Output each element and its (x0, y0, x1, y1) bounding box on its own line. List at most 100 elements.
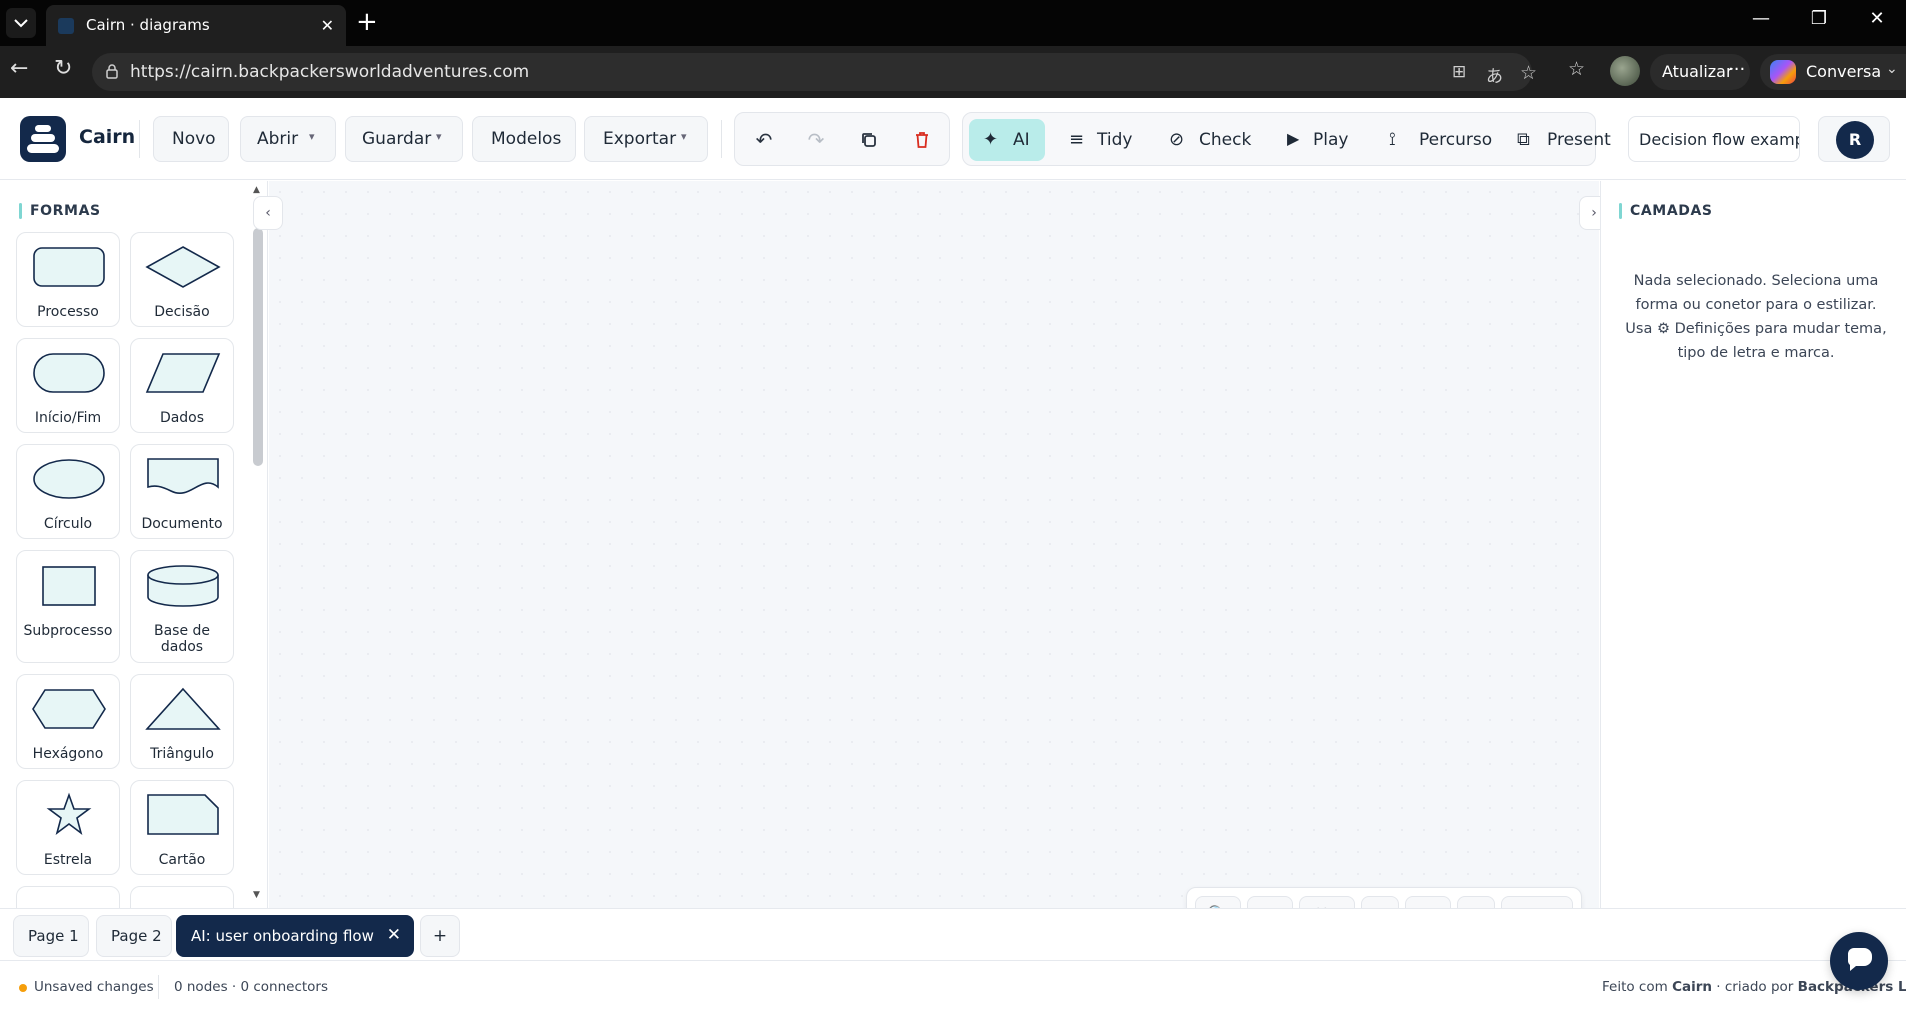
collapse-left-panel-chevron-icon[interactable]: ‹ (253, 196, 283, 230)
shape-card-terminator[interactable]: Início/Fim (16, 338, 120, 433)
translate-icon[interactable]: あ (1486, 62, 1503, 87)
shape-card-decision[interactable]: Decisão (130, 232, 234, 327)
url-text: https://cairn.backpackersworldadventures… (130, 62, 530, 82)
status-bar: Unsaved changes 0 nodes · 0 connectors F… (0, 960, 1906, 1013)
tidy-button[interactable]: ≡ Tidy (1055, 119, 1147, 161)
favorites-list-icon[interactable]: ☆ (1568, 58, 1585, 80)
shape-label: Hexágono (32, 746, 104, 762)
page-tab-2[interactable]: Page 2 (96, 915, 172, 957)
shape-card-database[interactable]: Base de dados (130, 550, 234, 663)
status-divider (158, 975, 159, 999)
shape-label: Início/Fim (34, 410, 102, 426)
shape-card-card[interactable]: Cartão (130, 780, 234, 875)
chat-button[interactable] (1830, 932, 1888, 990)
page-tabs-bar: Page 1 Page 2 AI: user onboarding flow w… (0, 908, 1906, 960)
shape-card-document[interactable]: Documento (130, 444, 234, 539)
route-icon: ⟟ (1389, 129, 1396, 150)
reload-icon[interactable]: ↻ (54, 56, 72, 81)
scroll-down-icon[interactable]: ▼ (253, 890, 260, 900)
data-shape-icon (145, 353, 221, 393)
close-page-icon[interactable]: ✕ (387, 925, 401, 945)
profile-avatar[interactable] (1610, 56, 1640, 86)
toolbar-divider (721, 120, 722, 158)
play-label: Play (1313, 130, 1349, 150)
save-button[interactable]: Guardar ▾ (345, 116, 463, 162)
add-page-button[interactable]: + (420, 915, 460, 957)
page-tab-active[interactable]: AI: user onboarding flow w ✕ (176, 915, 414, 957)
shape-card-process[interactable]: Processo (16, 232, 120, 327)
app-toolbar: Cairn Novo Abrir ▾ Guardar ▾ Modelos Exp… (0, 98, 1906, 180)
user-avatar: R (1836, 121, 1874, 159)
credit-app: Cairn (1672, 979, 1712, 995)
export-label: Exportar (603, 129, 677, 149)
present-label: Present (1547, 130, 1611, 150)
shape-card-hexagon[interactable]: Hexágono (16, 674, 120, 769)
shape-label: Dados (159, 410, 205, 426)
unsaved-status: Unsaved changes (34, 979, 154, 995)
new-tab-plus-icon[interactable]: + (356, 9, 378, 35)
shape-card-star[interactable]: Estrela (16, 780, 120, 875)
restore-window-icon[interactable]: ❐ (1804, 8, 1834, 29)
node-connector-count: 0 nodes · 0 connectors (174, 979, 329, 995)
minimize-window-icon[interactable]: — (1746, 8, 1776, 29)
shape-label: Triângulo (150, 746, 214, 762)
back-arrow-icon[interactable]: ← (10, 56, 28, 81)
delete-trash-icon[interactable] (905, 123, 939, 157)
page-tab-label: AI: user onboarding flow w (191, 927, 379, 945)
diagram-canvas[interactable] (269, 181, 1599, 908)
open-button[interactable]: Abrir ▾ (240, 116, 336, 162)
browser-tab[interactable]: Cairn · diagrams ✕ (46, 5, 346, 46)
unsaved-dot-icon (19, 984, 27, 992)
templates-button[interactable]: Modelos (472, 116, 576, 162)
browser-address-bar: ← ↻ https://cairn.backpackersworldadvent… (0, 46, 1906, 98)
close-window-icon[interactable]: ✕ (1862, 8, 1892, 29)
copilot-label: Conversa (1806, 62, 1882, 81)
page-tab-1[interactable]: Page 1 (13, 915, 89, 957)
shape-card-partial[interactable] (16, 886, 120, 908)
new-label: Novo (172, 129, 216, 149)
more-dots-icon[interactable]: ··· (1728, 59, 1745, 80)
close-tab-icon[interactable]: ✕ (321, 16, 334, 35)
tab-list-button[interactable] (6, 8, 36, 38)
present-button[interactable]: ⧉ Present (1503, 119, 1611, 161)
shape-card-subprocess[interactable]: Subprocesso (16, 550, 120, 663)
scroll-up-icon[interactable]: ▲ (253, 185, 260, 195)
shape-card-partial[interactable] (130, 886, 234, 908)
redo-icon[interactable]: ↷ (799, 123, 833, 157)
caret-down-icon: ▾ (309, 130, 315, 143)
copilot-button[interactable]: Conversa ⌄ (1760, 54, 1906, 90)
document-title-field[interactable]: Decision flow examp (1628, 116, 1800, 162)
shape-card-circle[interactable]: Círculo (16, 444, 120, 539)
check-button[interactable]: ⊘ Check (1155, 119, 1263, 161)
page-tab-label: Page 1 (28, 927, 79, 945)
ai-button[interactable]: ✦ AI (969, 119, 1045, 161)
ai-label: AI (1013, 130, 1030, 150)
hexagon-shape-icon (32, 689, 106, 729)
terminator-shape-icon (33, 353, 105, 393)
shape-card-triangle[interactable]: Triângulo (130, 674, 234, 769)
chevron-down-icon[interactable]: ⌄ (1886, 61, 1898, 77)
star-shape-icon (46, 792, 92, 836)
update-button[interactable]: Atualizar ··· (1650, 54, 1750, 90)
database-shape-icon (147, 565, 219, 607)
app-install-icon[interactable]: ⊞ (1452, 62, 1466, 82)
chat-bubble-icon (1847, 948, 1872, 971)
cairn-favicon-icon (58, 18, 74, 34)
favorite-star-icon[interactable]: ☆ (1520, 62, 1537, 84)
undo-icon[interactable]: ↶ (747, 123, 781, 157)
shape-label: Base de dados (153, 623, 211, 655)
play-button[interactable]: ▶ Play (1273, 119, 1365, 161)
shape-card-data[interactable]: Dados (130, 338, 234, 433)
check-label: Check (1199, 130, 1252, 150)
present-screen-icon: ⧉ (1517, 129, 1530, 150)
url-field[interactable]: https://cairn.backpackersworldadventures… (92, 53, 1537, 91)
user-menu-button[interactable]: R (1818, 116, 1890, 162)
path-button[interactable]: ⟟ Percurso (1375, 119, 1495, 161)
shapes-scrollbar-thumb[interactable] (253, 228, 263, 466)
duplicate-icon[interactable] (852, 123, 886, 157)
shapes-section-title: FORMAS (30, 203, 101, 219)
export-button[interactable]: Exportar ▾ (584, 116, 708, 162)
new-button[interactable]: Novo (153, 116, 229, 162)
browser-tab-bar: Cairn · diagrams ✕ + — ❐ ✕ (0, 0, 1906, 46)
toolbar-divider (139, 120, 140, 158)
